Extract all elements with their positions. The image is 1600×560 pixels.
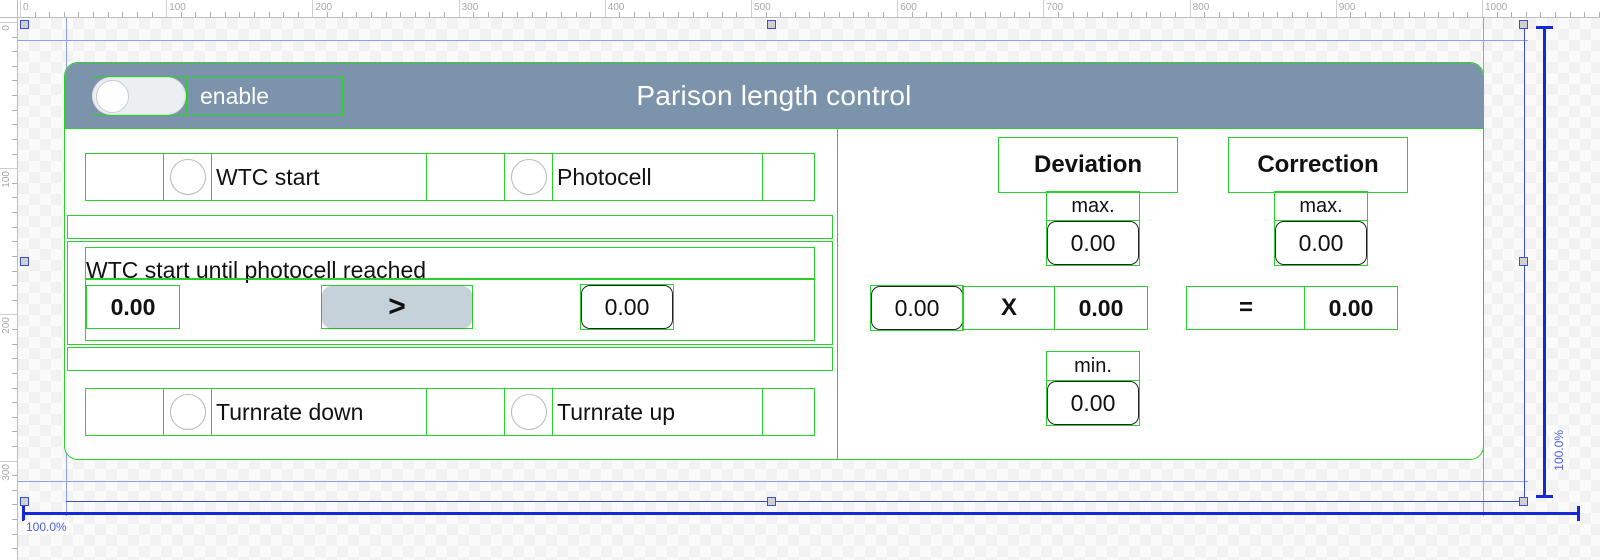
resize-handle-top-left[interactable] <box>20 20 29 29</box>
ruler-h-label: 700 <box>1046 2 1064 13</box>
label-turnrate-up: Turnrate up <box>553 389 763 435</box>
guide-horizontal-bottom[interactable] <box>18 481 1528 482</box>
led-indicator-icon <box>169 159 206 195</box>
zoom-level-right: 100.0% <box>1550 430 1568 471</box>
label-turnrate-down: Turnrate down <box>212 389 427 435</box>
measure-cap-left <box>22 506 25 521</box>
design-canvas-root: 100.0% 100.0% enable Parison length cont… <box>0 0 1600 560</box>
setpoint-input[interactable]: 0.00 <box>581 285 673 329</box>
chevron-right-icon[interactable]: > <box>322 286 472 328</box>
ruler-v-label: 100 <box>1 171 12 188</box>
operator-equals: = <box>1186 286 1306 330</box>
ruler-vertical[interactable]: 0 100 200 300 <box>0 0 18 560</box>
operand-b-display: 0.00 <box>1054 286 1148 330</box>
spacer-cell-2 <box>427 154 505 200</box>
ruler-h-label: 500 <box>754 2 771 13</box>
led-turnrate-up-cell <box>505 389 553 435</box>
operand-a-input[interactable]: 0.00 <box>871 286 963 330</box>
ruler-v-label: 300 <box>1 463 12 481</box>
separator-strip-1 <box>67 215 833 239</box>
spacer-cell <box>86 154 164 200</box>
spacer-cell-4 <box>86 389 164 435</box>
measure-bar-horizontal <box>22 512 1580 515</box>
page-title: Parison length control <box>636 79 912 111</box>
setpoint-input-frame[interactable]: 0.00 <box>580 284 674 330</box>
measure-cap-top <box>1536 26 1553 29</box>
deviation-min-input[interactable]: 0.00 <box>1047 381 1139 425</box>
advance-button[interactable]: > <box>321 285 473 329</box>
ruler-h-label: 900 <box>1338 2 1356 13</box>
measure-bar-vertical <box>1543 26 1546 498</box>
ruler-v-label: 0 <box>1 25 12 31</box>
ruler-h-label: 600 <box>900 2 917 13</box>
measure-cap-right <box>1577 506 1580 521</box>
correction-max-input-frame[interactable]: 0.00 <box>1274 220 1368 266</box>
label-photocell: Photocell <box>553 154 763 200</box>
equation-result-display: 0.00 <box>1304 286 1398 330</box>
spacer-cell-6 <box>763 389 814 435</box>
led-wtc-start-cell <box>164 154 212 200</box>
correction-max-input[interactable]: 0.00 <box>1275 221 1367 265</box>
indicator-row-top: WTC start Photocell <box>85 153 815 201</box>
ruler-h-label: 300 <box>461 2 479 13</box>
ruler-h-label: 200 <box>315 2 333 13</box>
ruler-corner <box>0 0 18 18</box>
label-wtc-start: WTC start <box>212 154 427 200</box>
indicator-row-bottom: Turnrate down Turnrate up <box>85 388 815 436</box>
resize-handle-middle-right[interactable] <box>1519 257 1528 266</box>
led-photocell-cell <box>505 154 553 200</box>
resize-handle-bottom-right[interactable] <box>1519 497 1528 506</box>
deviation-max-input-frame[interactable]: 0.00 <box>1046 220 1140 266</box>
guide-horizontal-top[interactable] <box>18 40 1528 41</box>
parison-length-control-card[interactable]: enable Parison length control WTC start <box>64 62 1484 460</box>
operand-a-input-frame[interactable]: 0.00 <box>870 285 964 331</box>
left-panel: WTC start Photocell WTC start until phot… <box>65 129 837 460</box>
resize-handle-top-right[interactable] <box>1519 20 1528 29</box>
led-indicator-icon <box>510 159 547 195</box>
led-turnrate-down-cell <box>164 389 212 435</box>
ruler-horizontal[interactable]: 0 100 200 300 400 500 600 700 800 900 1000 <box>0 0 1600 18</box>
selection-edge-bottom[interactable] <box>66 501 1524 502</box>
caption-deviation-max: max. <box>1046 191 1140 221</box>
resize-handle-middle-left[interactable] <box>20 257 29 266</box>
led-indicator-icon <box>169 394 206 430</box>
ruler-h-label: 800 <box>1192 2 1210 13</box>
card-body: WTC start Photocell WTC start until phot… <box>65 129 1483 460</box>
spacer-cell-5 <box>427 389 505 435</box>
caption-correction-max: max. <box>1274 191 1368 221</box>
ruler-h-label: 400 <box>607 2 625 13</box>
separator-strip-2 <box>67 347 833 371</box>
column-header-deviation: Deviation <box>998 137 1178 193</box>
deviation-max-input[interactable]: 0.00 <box>1047 221 1139 265</box>
resize-handle-top-center[interactable] <box>767 20 776 29</box>
operator-multiply: X <box>962 286 1056 330</box>
column-header-correction: Correction <box>1228 137 1408 193</box>
resize-handle-bottom-center[interactable] <box>767 497 776 506</box>
spacer-cell-3 <box>763 154 814 200</box>
measure-cap-bottom <box>1536 495 1553 498</box>
led-indicator-icon <box>510 394 547 430</box>
resize-handle-bottom-left[interactable] <box>20 497 29 506</box>
deviation-min-input-frame[interactable]: 0.00 <box>1046 380 1140 426</box>
zoom-level-bottom: 100.0% <box>24 520 69 534</box>
ruler-h-label: 0 <box>23 2 29 13</box>
caption-deviation-min: min. <box>1046 351 1140 381</box>
actual-value-display: 0.00 <box>86 285 180 329</box>
ruler-v-label: 200 <box>1 317 12 335</box>
card-header: enable Parison length control <box>65 63 1483 129</box>
right-panel: Deviation Correction max. max. 0.00 0.00… <box>838 129 1483 460</box>
ruler-h-label: 100 <box>169 2 186 13</box>
